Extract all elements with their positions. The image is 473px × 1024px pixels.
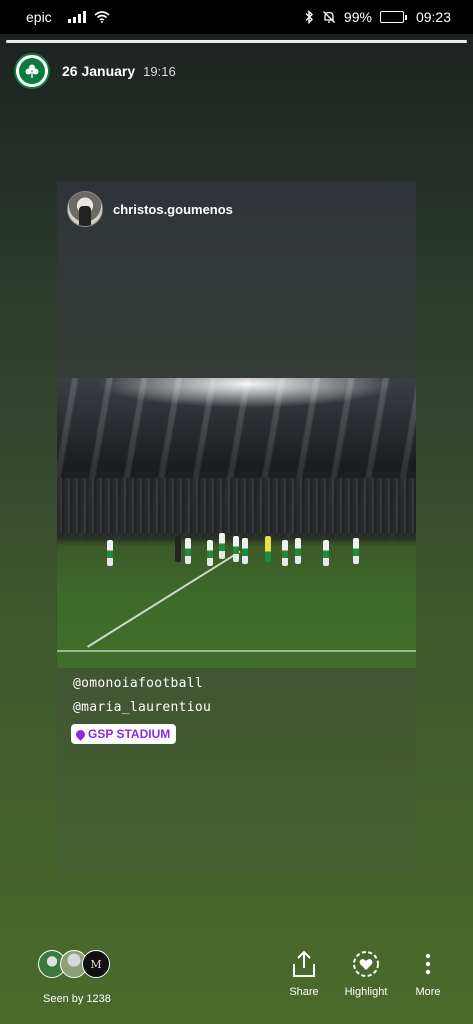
avatar[interactable]	[14, 53, 50, 89]
post-author[interactable]: christos.goumenos	[67, 191, 233, 227]
player	[175, 536, 181, 562]
share-icon	[293, 950, 315, 977]
status-time: 09:23	[415, 9, 451, 25]
location-sticker[interactable]: GSP STADIUM	[71, 724, 177, 744]
player	[265, 536, 271, 562]
location-pin-icon	[74, 727, 87, 741]
mention-tag[interactable]: @omonoiafootball	[73, 676, 203, 691]
story-progress-fill	[6, 40, 467, 43]
seen-by-count[interactable]: Seen by 1238	[43, 993, 111, 1005]
carrier-label: epic	[26, 9, 52, 25]
signal-icon	[67, 11, 86, 23]
battery-percentage: 99%	[343, 9, 372, 25]
avatar: M	[82, 950, 110, 978]
bell-off-icon	[322, 11, 335, 23]
player	[242, 538, 248, 564]
player	[107, 540, 113, 566]
highlight-label: Highlight	[344, 986, 388, 998]
player	[233, 536, 239, 562]
bluetooth-icon	[305, 10, 313, 24]
share-label: Share	[289, 986, 319, 998]
player	[282, 540, 288, 566]
clover-icon	[19, 58, 45, 84]
story-date: 26 January	[62, 63, 136, 79]
pitch-sideline	[57, 650, 416, 652]
reshared-post-card[interactable]: christos.goumenos @omonoiafootball @mari…	[57, 181, 416, 876]
story-time: 19:16	[143, 63, 176, 79]
more-label: More	[415, 986, 441, 998]
battery-icon	[379, 11, 407, 23]
more-button[interactable]: More	[398, 950, 458, 998]
status-right: 99% 09:23	[304, 9, 451, 25]
highlight-button[interactable]: Highlight	[336, 950, 396, 998]
player	[323, 540, 329, 566]
story-progress-bar	[6, 40, 467, 43]
status-bar: epic 99% 09:23	[0, 0, 473, 34]
player	[353, 538, 359, 564]
stadium-crowd	[57, 478, 416, 533]
status-left: epic	[26, 9, 110, 25]
heart-circle-icon	[353, 951, 379, 977]
location-label: GSP STADIUM	[88, 727, 171, 741]
author-username: christos.goumenos	[113, 201, 233, 217]
wifi-icon	[94, 11, 110, 23]
post-photo	[57, 378, 416, 668]
share-button[interactable]: Share	[274, 950, 334, 998]
viewer-avatars[interactable]: M	[38, 950, 110, 978]
player	[295, 538, 301, 564]
player	[207, 540, 213, 566]
player	[219, 533, 225, 559]
player	[185, 538, 191, 564]
mention-tag[interactable]: @maria_laurentiou	[73, 700, 211, 715]
story-header: 26 January 19:16	[14, 52, 176, 90]
more-vertical-icon	[425, 953, 431, 975]
author-avatar	[67, 191, 103, 227]
